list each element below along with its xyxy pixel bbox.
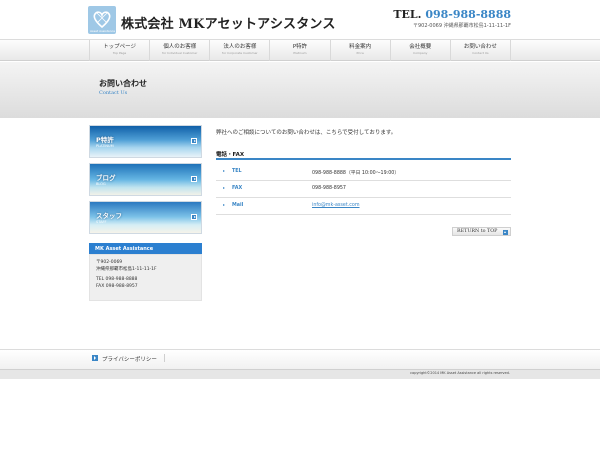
nav-sublabel: Platinum — [293, 51, 307, 55]
row-label: Mail — [232, 203, 244, 208]
nav-item-top[interactable]: トップページ Top Page — [89, 40, 149, 61]
nav-item-contact[interactable]: お問い合わせ Contact Us — [449, 40, 511, 61]
arrow-right-icon — [191, 214, 197, 220]
intro-text: 弊社へのご相談についてのお問い合わせは、こちらで受付しております。 — [216, 130, 397, 136]
row-label: FAX — [232, 186, 243, 191]
copyright-bar — [0, 369, 600, 379]
company-name[interactable]: 株式会社 MKアセットアシスタンス — [121, 13, 336, 32]
nav-label: P特許 — [292, 44, 308, 50]
banner-blog[interactable]: ブログ BLOG — [89, 163, 202, 196]
footer-nav — [0, 350, 600, 369]
copyright-text: copyright©2014 MK Asset Assistance all r… — [410, 371, 510, 375]
main-nav: トップページ Top Page 個人のお客様 for Individual Cu… — [0, 39, 600, 61]
info-fax: FAX 098-988-8957 — [96, 283, 138, 289]
nav-item-corporate[interactable]: 法人のお客様 for Corporate Customer — [209, 40, 269, 61]
banner-subtitle: STAFF — [96, 220, 107, 224]
privacy-policy-link[interactable]: プライバシーポリシー — [92, 355, 157, 363]
nav-sublabel: Contact Us — [472, 51, 489, 55]
banner-subtitle: BLOG — [96, 182, 106, 186]
banner-title: ブログ — [96, 174, 116, 182]
page-title: お問い合わせ — [99, 79, 147, 88]
page-title-band — [0, 62, 600, 118]
nav-sublabel: for Corporate Customer — [222, 51, 258, 55]
contact-row-fax: FAX 098-988-8957 — [216, 181, 511, 198]
banner-title: P特許 — [96, 136, 114, 144]
tel-number: 098-988-8888 — [425, 8, 511, 21]
row-label: TEL — [232, 169, 242, 174]
tel-label: TEL. — [393, 8, 422, 21]
arrow-up-icon — [503, 229, 508, 235]
banner-subtitle: PLATINUM — [96, 144, 114, 148]
nav-item-company[interactable]: 会社概要 Company — [389, 40, 450, 61]
nav-label: お問い合わせ — [463, 44, 497, 50]
page-subtitle: Contact Us — [99, 90, 128, 96]
mail-link[interactable]: info@mk-asset.com — [312, 203, 360, 208]
contact-row-tel: TEL 098-988-8888（平日 10:00～19:00） — [216, 164, 511, 181]
return-to-top-button[interactable]: RETURN to TOP — [452, 227, 511, 236]
arrow-right-icon — [92, 355, 98, 361]
heart-logo-icon — [93, 11, 111, 29]
logo-caption: Asset Assistance — [90, 29, 116, 33]
nav-label: 会社概要 — [409, 44, 432, 50]
nav-item-individual[interactable]: 個人のお客様 for Individual Customer — [149, 40, 209, 61]
header-tel: TEL. 098-988-8888 — [393, 8, 511, 21]
banner-staff[interactable]: スタッフ STAFF — [89, 201, 202, 234]
contact-table: TEL 098-988-8888（平日 10:00～19:00） FAX 098… — [216, 164, 511, 215]
section-title: 電話・FAX — [216, 150, 511, 160]
nav-label: 個人のお客様 — [163, 44, 197, 50]
privacy-label: プライバシーポリシー — [102, 357, 157, 363]
row-value: 098-988-8957 — [312, 186, 346, 191]
nav-label: トップページ — [103, 44, 137, 50]
sidebar-info-heading: MK Asset Assistance — [89, 243, 202, 254]
row-value: 098-988-8888（平日 10:00～19:00） — [312, 171, 400, 176]
arrow-right-icon — [191, 176, 197, 182]
nav-sublabel: Price — [356, 51, 364, 55]
bullet-triangle-icon — [223, 187, 225, 189]
bullet-triangle-icon — [223, 170, 225, 172]
nav-item-platinum[interactable]: P特許 Platinum — [269, 40, 329, 61]
sidebar-info-box: 〒902-0069 沖縄県那覇市松島1-11-11-1F TEL 098-988… — [89, 254, 202, 301]
arrow-right-icon — [191, 138, 197, 144]
nav-sublabel: for Individual Customer — [162, 51, 198, 55]
nav-sublabel: Company — [413, 51, 428, 55]
footer-separator — [164, 354, 165, 362]
nav-label: 法人のお客様 — [223, 44, 257, 50]
bullet-triangle-icon — [223, 204, 225, 206]
nav-sublabel: Top Page — [112, 51, 127, 55]
contact-row-mail: Mail info@mk-asset.com — [216, 198, 511, 215]
nav-items: トップページ Top Page 個人のお客様 for Individual Cu… — [89, 40, 511, 61]
header-address: 〒902-0069 沖縄県那覇市松島1-11-11-1F — [412, 23, 511, 29]
page: Asset Assistance 株式会社 MKアセットアシスタンス TEL. … — [0, 0, 600, 450]
site-header: Asset Assistance 株式会社 MKアセットアシスタンス TEL. … — [0, 0, 600, 40]
return-label: RETURN to TOP — [457, 229, 498, 234]
nav-item-price[interactable]: 料金案内 Price — [329, 40, 390, 61]
nav-label: 料金案内 — [349, 44, 372, 50]
banner-platinum[interactable]: P特許 PLATINUM — [89, 125, 202, 158]
banner-title: スタッフ — [96, 212, 122, 220]
